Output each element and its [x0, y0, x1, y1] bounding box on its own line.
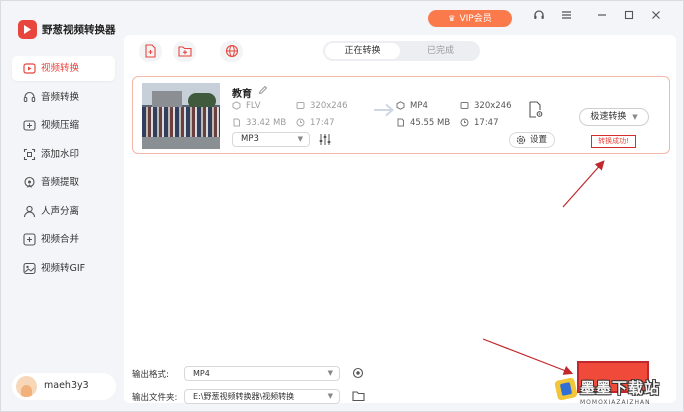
- vip-label: VIP会员: [459, 14, 492, 24]
- fast-convert-button[interactable]: 极速转换 ▼: [579, 108, 649, 126]
- output-folder-label: 输出文件夹:: [132, 393, 178, 403]
- file-size-icon: [233, 118, 240, 127]
- task-card: 教育 FLV 320x246 33.42 MB 17:47 MP4 320x24…: [132, 76, 670, 154]
- target-format: MP4: [410, 101, 428, 111]
- format-icon: [396, 101, 405, 110]
- app-logo-icon: [18, 20, 37, 39]
- main-panel: 正在转换 已完成 教育 FLV 320x246 33.42 MB 17:47 M…: [124, 35, 676, 404]
- close-icon[interactable]: [648, 9, 664, 25]
- eye-settings-icon[interactable]: [352, 367, 364, 379]
- watermark-icon: [23, 148, 36, 161]
- clock-icon: [460, 118, 469, 127]
- sidebar-item-label: 视频转换: [41, 63, 80, 74]
- user-profile[interactable]: maeh3y3: [12, 373, 116, 400]
- voice-separate-icon: [23, 205, 36, 218]
- chevron-down-icon: ▼: [327, 392, 333, 400]
- output-folder-select[interactable]: E:\野葱视频转换器\视频转换 ▼: [184, 389, 340, 404]
- video-thumbnail[interactable]: [142, 83, 220, 149]
- sidebar: 视频转换 音频转换 视频压缩 添加水印 音频提取 人声分离 视频合并 视频转GI…: [12, 56, 115, 284]
- audio-format-select[interactable]: MP3 ▼: [232, 132, 310, 147]
- gear-icon: [516, 135, 526, 145]
- vip-button[interactable]: ♛ VIP会员: [428, 10, 512, 27]
- chevron-down-icon: ▼: [327, 369, 333, 377]
- status-badge: 转换成功!: [591, 135, 636, 148]
- sidebar-item-label: 音频转换: [41, 91, 80, 103]
- source-size: 33.42 MB: [246, 118, 287, 128]
- title-bar: 野葱视频转换器 ♛ VIP会员: [1, 1, 683, 39]
- settings-label: 设置: [530, 135, 548, 145]
- globe-icon: [225, 44, 239, 58]
- convert-label: 极速转换: [590, 112, 627, 122]
- status-tabs: 正在转换 已完成: [323, 41, 480, 61]
- video-convert-icon: [23, 62, 36, 75]
- sidebar-item-watermark[interactable]: 添加水印: [12, 142, 115, 167]
- watermark-text: 墨墨下载站: [580, 379, 661, 397]
- gif-icon: [23, 262, 36, 275]
- add-folder-button[interactable]: [173, 41, 196, 62]
- source-resolution: 320x246: [310, 101, 348, 111]
- sidebar-item-label: 视频压缩: [41, 120, 80, 131]
- sidebar-item-label: 视频合并: [41, 234, 80, 245]
- video-merge-icon: [23, 233, 36, 246]
- settings-button[interactable]: 设置: [509, 132, 555, 148]
- output-format-value: MP4: [193, 369, 210, 378]
- crown-icon: ♛: [448, 14, 456, 23]
- add-file-button[interactable]: [139, 41, 162, 62]
- sidebar-item-label: 人声分离: [41, 205, 80, 217]
- sidebar-item-audio-convert[interactable]: 音频转换: [12, 85, 115, 110]
- tab-converting[interactable]: 正在转换: [325, 43, 400, 59]
- format-icon: [232, 101, 241, 110]
- target-duration: 17:47: [474, 118, 499, 128]
- source-duration: 17:47: [310, 118, 335, 128]
- add-file-icon: [145, 44, 156, 58]
- file-name: 教育: [232, 89, 252, 100]
- sidebar-item-audio-extract[interactable]: 音频提取: [12, 170, 115, 195]
- sidebar-item-video-compress[interactable]: 视频压缩: [12, 113, 115, 138]
- app-title: 野葱视频转换器: [42, 24, 116, 36]
- target-resolution: 320x246: [474, 101, 512, 111]
- headset-icon[interactable]: [531, 9, 547, 25]
- file-settings-icon[interactable]: [528, 101, 544, 119]
- target-size: 45.55 MB: [410, 118, 451, 128]
- edit-icon[interactable]: [258, 85, 268, 95]
- arrow-right-icon: [374, 103, 395, 117]
- watermark-subtext: MOMOXIAZAIZHAN: [580, 399, 651, 406]
- sidebar-item-video-convert[interactable]: 视频转换: [12, 56, 115, 81]
- audio-extract-icon: [23, 176, 36, 189]
- watermark: 墨墨下载站 MOMOXIAZAIZHAN: [554, 377, 684, 412]
- sidebar-item-label: 音频提取: [41, 177, 80, 188]
- minimize-icon[interactable]: [594, 9, 610, 25]
- sidebar-item-label: 添加水印: [41, 148, 80, 160]
- avatar: [16, 376, 37, 397]
- chevron-down-icon: ▼: [632, 113, 638, 121]
- menu-icon[interactable]: [558, 9, 574, 25]
- sidebar-item-label: 视频转GIF: [41, 262, 86, 274]
- output-format-label: 输出格式:: [132, 370, 169, 380]
- app-window: 野葱视频转换器 ♛ VIP会员 视频转换 音频转换 视频压缩 添加水印 音频提取…: [0, 0, 684, 412]
- add-folder-icon: [178, 46, 192, 57]
- audio-format-value: MP3: [241, 134, 259, 144]
- audio-convert-icon: [23, 91, 36, 104]
- output-folder-value: E:\野葱视频转换器\视频转换: [193, 392, 295, 401]
- equalizer-icon[interactable]: [319, 133, 331, 146]
- chevron-down-icon: ▼: [297, 135, 303, 143]
- sidebar-item-voice-separate[interactable]: 人声分离: [12, 199, 115, 224]
- output-format-select[interactable]: MP4 ▼: [184, 366, 340, 381]
- video-compress-icon: [23, 119, 36, 132]
- clock-icon: [296, 118, 305, 127]
- add-url-button[interactable]: [220, 41, 243, 62]
- maximize-icon[interactable]: [621, 9, 637, 25]
- source-format: FLV: [246, 101, 261, 111]
- folder-icon[interactable]: [352, 390, 365, 402]
- tab-completed[interactable]: 已完成: [403, 43, 478, 59]
- file-size-icon: [397, 118, 404, 127]
- resolution-icon: [296, 102, 305, 109]
- resolution-icon: [460, 102, 469, 109]
- watermark-logo-icon: [554, 377, 578, 401]
- sidebar-item-video-merge[interactable]: 视频合并: [12, 227, 115, 252]
- sidebar-item-gif[interactable]: 视频转GIF: [12, 256, 115, 281]
- user-name: maeh3y3: [44, 380, 89, 391]
